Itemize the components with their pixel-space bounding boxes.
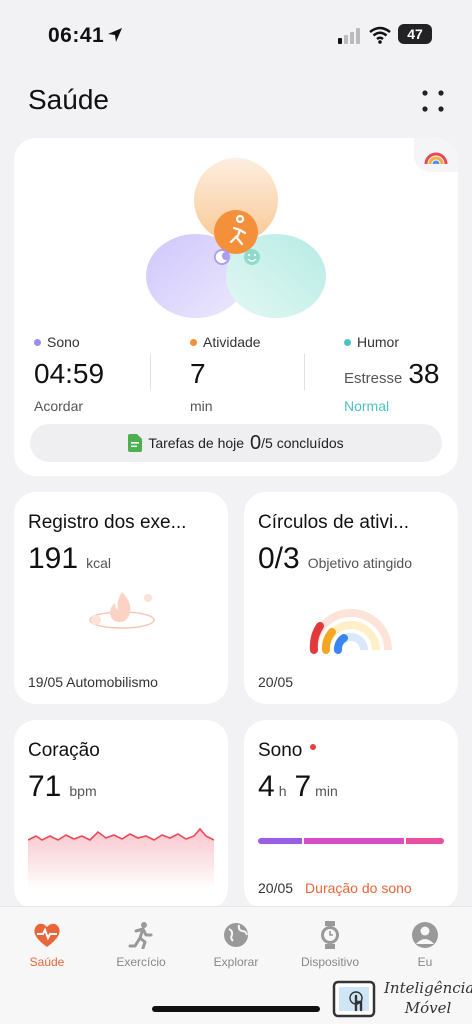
heart-rate-card[interactable]: Coração 71 bpm [14, 720, 228, 910]
battery-indicator: 47 [398, 24, 432, 44]
mood-status: Normal [344, 398, 390, 414]
card-title: Coração [28, 740, 100, 761]
wellness-petals-graphic [146, 158, 326, 318]
mood-label: Humor [357, 334, 400, 350]
health-rings-button[interactable] [414, 138, 458, 172]
tasks-total: /5 concluídos [261, 435, 344, 451]
health-summary-card[interactable]: Sono 04:59 Acordar Atividade 7 min Humor… [14, 138, 458, 476]
stress-label: Estresse [344, 370, 403, 387]
sleep-minutes: 7 [294, 770, 312, 803]
sleep-warning: Duração do sono [305, 880, 412, 896]
alert-dot [310, 743, 317, 750]
sleep-minutes-unit: min [315, 783, 338, 799]
tab-exercicio[interactable]: Exercício [96, 921, 186, 969]
heart-pulse-icon [34, 923, 60, 947]
watch-icon [321, 921, 339, 949]
rings-date: 20/05 [258, 674, 294, 690]
card-title: Registro dos exe... [28, 512, 187, 533]
flame-icon [89, 592, 155, 629]
tab-eu[interactable]: Eu [380, 921, 470, 969]
card-title: Círculos de ativi... [258, 512, 409, 533]
tab-label: Saúde [29, 955, 65, 969]
calories-value: 191 [28, 542, 79, 575]
cellular-signal-icon [338, 28, 360, 44]
rainbow-icon [424, 152, 448, 165]
mood-color-dot [344, 338, 351, 346]
stress-value: 38 [408, 358, 440, 389]
watermark: Inteligência Móvel [332, 976, 472, 1022]
sleep-stages-bar [258, 838, 444, 844]
profile-icon [412, 922, 438, 948]
sleep-summary[interactable]: Sono 04:59 Acordar [34, 334, 104, 414]
location-arrow-icon [108, 28, 122, 42]
globe-icon [224, 923, 248, 947]
sleep-date: 20/05 [258, 880, 294, 896]
tasks-label: Tarefas de hoje [148, 435, 245, 451]
sleep-hours: 4 [258, 770, 275, 803]
activity-color-dot [190, 338, 197, 346]
tab-dispositivo[interactable]: Dispositivo [285, 921, 375, 969]
runner-icon [128, 922, 153, 949]
sleep-card[interactable]: Sono 4 h 7 min 20/05 Duração do sono [244, 720, 458, 910]
sleep-label: Sono [47, 334, 80, 350]
status-time: 06:41 [48, 24, 105, 47]
tab-saude[interactable]: Saúde [2, 921, 92, 969]
tasks-done: 0 [250, 431, 262, 454]
tab-explorar[interactable]: Explorar [191, 921, 281, 969]
home-indicator[interactable] [152, 1006, 320, 1012]
activity-rings-graphic [309, 609, 392, 654]
card-title: Sono [258, 740, 303, 761]
tab-label: Exercício [116, 955, 166, 969]
rings-goal-label: Objetivo atingido [307, 555, 413, 571]
divider [304, 354, 305, 390]
rings-value: 0/3 [258, 542, 300, 575]
activity-value: 7 [190, 358, 206, 389]
last-exercise: 19/05 Automobilismo [28, 674, 158, 690]
wifi-icon [369, 26, 391, 44]
calories-unit: kcal [86, 555, 111, 571]
heart-rate-sparkline [28, 827, 214, 890]
activity-label: Atividade [203, 334, 261, 350]
daily-tasks-button[interactable]: Tarefas de hoje 0/5 concluídos [30, 424, 442, 462]
exercise-records-card[interactable]: Registro dos exe... 191 kcal 19/05 Autom… [14, 492, 228, 704]
mood-summary[interactable]: Humor Estresse 38 Normal [344, 334, 440, 414]
sleep-value: 04:59 [34, 358, 105, 389]
sleep-sub: Acordar [34, 398, 84, 414]
tab-label: Eu [417, 955, 433, 969]
activity-summary[interactable]: Atividade 7 min [190, 334, 261, 414]
tab-label: Explorar [213, 955, 259, 969]
watermark-line1: Inteligência [384, 979, 472, 997]
grid-menu-icon[interactable] [420, 88, 446, 114]
divider [150, 354, 151, 390]
activity-rings-card[interactable]: Círculos de ativi... 0/3 Objetivo atingi… [244, 492, 458, 704]
page-title: Saúde [28, 84, 109, 115]
heart-rate-unit: bpm [69, 783, 97, 799]
document-icon [128, 434, 143, 452]
activity-unit: min [190, 398, 213, 414]
tab-label: Dispositivo [300, 955, 360, 969]
status-bar: 06:41 47 [0, 0, 472, 70]
watermark-line2: Móvel [404, 999, 452, 1017]
sleep-hours-unit: h [278, 783, 287, 799]
phone-tap-logo-icon [332, 980, 376, 1018]
heart-rate-value: 71 [28, 770, 62, 803]
sleep-color-dot [34, 338, 41, 346]
